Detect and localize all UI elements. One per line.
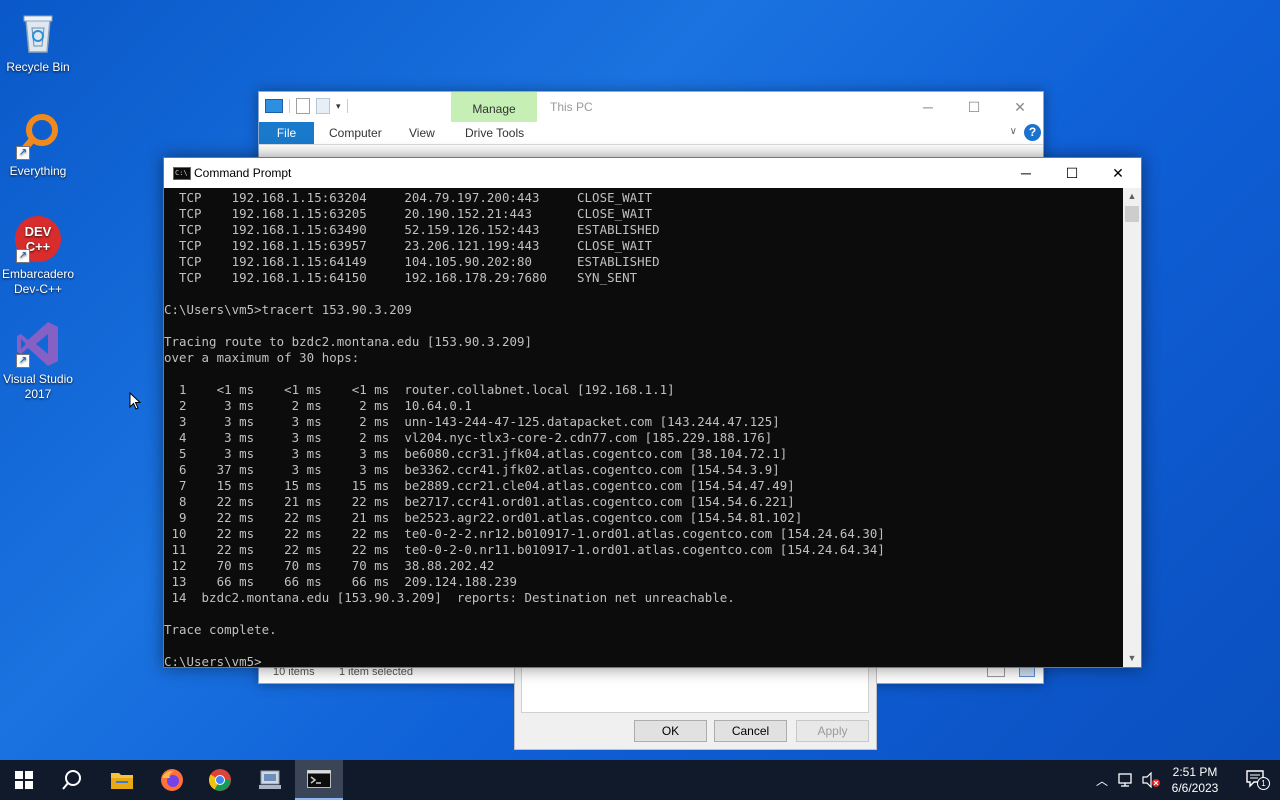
close-button[interactable]: ✕ — [1095, 158, 1141, 188]
clock[interactable]: 2:51 PM 6/6/2023 — [1160, 764, 1230, 796]
tab-file[interactable]: File — [259, 122, 314, 144]
scroll-thumb[interactable] — [1125, 206, 1139, 222]
properties-content-box — [521, 667, 869, 713]
recycle-bin-icon — [14, 8, 62, 56]
maximize-button[interactable]: ☐ — [951, 92, 997, 122]
console-output[interactable]: TCP 192.168.1.15:63204 204.79.197.200:44… — [164, 188, 1122, 667]
command-prompt-icon — [307, 770, 331, 788]
new-folder-icon[interactable] — [316, 98, 330, 114]
network-tool-icon — [259, 770, 281, 789]
start-icon — [15, 771, 33, 789]
this-pc-icon — [265, 99, 283, 113]
minimize-button[interactable]: ─ — [1003, 158, 1049, 188]
vertical-scrollbar[interactable]: ▲ ▼ — [1123, 188, 1141, 667]
tab-manage[interactable]: Manage — [451, 92, 537, 122]
start-button[interactable] — [0, 760, 48, 800]
tab-computer[interactable]: Computer — [329, 122, 382, 144]
desktop: Recycle Bin ↗ Everything DEV C++ ↗ Embar… — [0, 0, 1280, 760]
taskbar-file-explorer[interactable] — [98, 760, 146, 800]
action-center-button[interactable]: 1 — [1246, 770, 1270, 790]
svg-text:DEV: DEV — [25, 224, 52, 239]
file-explorer-icon — [111, 773, 133, 789]
window-title: This PC — [550, 100, 593, 114]
command-prompt-icon: C:\ — [173, 167, 191, 180]
command-prompt-window[interactable]: C:\ Command Prompt ─ ☐ ✕ TCP 192.168.1.1… — [163, 157, 1142, 668]
clock-date: 6/6/2023 — [1171, 781, 1219, 795]
show-hidden-icons-icon[interactable]: ︿ — [1096, 772, 1108, 789]
console-text[interactable]: TCP 192.168.1.15:63204 204.79.197.200:44… — [164, 188, 1122, 667]
customize-chevron-icon[interactable]: ▾ — [336, 101, 341, 112]
clock-time: 2:51 PM — [1172, 765, 1218, 779]
desktop-icon-label: Embarcadero Dev-C++ — [1, 267, 75, 296]
desktop-icon-label: Recycle Bin — [6, 60, 70, 74]
shortcut-arrow-icon: ↗ — [16, 249, 30, 263]
taskbar-network-tool[interactable] — [246, 760, 294, 800]
devcpp-icon: DEV C++ ↗ — [14, 215, 62, 263]
explorer-title-bar[interactable]: ▾ Manage This PC ─ ☐ ✕ — [259, 92, 1043, 122]
tab-view[interactable]: View — [409, 122, 435, 144]
desktop-icon-label: Everything — [9, 164, 67, 178]
firefox-icon — [161, 769, 183, 791]
divider — [289, 99, 290, 113]
close-button[interactable]: ✕ — [997, 92, 1043, 122]
scroll-down-icon[interactable]: ▼ — [1123, 650, 1141, 667]
scroll-up-icon[interactable]: ▲ — [1123, 188, 1141, 205]
cmd-title-bar[interactable]: C:\ Command Prompt ─ ☐ ✕ — [164, 158, 1141, 188]
minimize-button[interactable]: ─ — [905, 92, 951, 122]
desktop-icon-everything[interactable]: ↗ Everything — [0, 112, 76, 179]
maximize-button[interactable]: ☐ — [1049, 158, 1095, 188]
mouse-pointer-icon — [129, 392, 141, 410]
desktop-icon-recycle-bin[interactable]: Recycle Bin — [0, 8, 76, 75]
help-icon[interactable]: ? — [1024, 124, 1041, 141]
shortcut-arrow-icon: ↗ — [16, 354, 30, 368]
taskbar: ︿ 2:51 PM 6/6/2023 1 — [0, 760, 1280, 800]
chrome-icon — [209, 769, 231, 791]
visual-studio-icon: ↗ — [14, 320, 62, 368]
shortcut-arrow-icon: ↗ — [16, 146, 30, 160]
taskbar-chrome[interactable] — [196, 760, 244, 800]
tab-drive-tools[interactable]: Drive Tools — [465, 122, 524, 144]
taskbar-firefox[interactable] — [148, 760, 196, 800]
ribbon-tabs: File Computer View Drive Tools ∨ ? — [259, 122, 1043, 145]
notification-count-badge: 1 — [1257, 777, 1270, 790]
desktop-icon-devcpp[interactable]: DEV C++ ↗ Embarcadero Dev-C++ — [0, 215, 76, 297]
window-title: Command Prompt — [194, 166, 292, 180]
taskbar-command-prompt[interactable] — [295, 760, 343, 800]
desktop-icon-visual-studio[interactable]: ↗ Visual Studio 2017 — [0, 320, 76, 402]
properties-icon[interactable] — [296, 98, 310, 114]
desktop-icon-label: Visual Studio 2017 — [3, 372, 73, 401]
everything-search-icon: ↗ — [14, 112, 62, 160]
volume-muted-icon[interactable] — [1142, 772, 1160, 788]
network-icon[interactable] — [1118, 772, 1134, 788]
system-tray: ︿ 2:51 PM 6/6/2023 1 — [1080, 760, 1280, 800]
expand-ribbon-icon[interactable]: ∨ — [1010, 126, 1017, 137]
quick-access-toolbar: ▾ — [265, 98, 348, 114]
search-icon — [62, 770, 81, 790]
ok-button[interactable]: OK — [634, 720, 707, 742]
cancel-button[interactable]: Cancel — [714, 720, 787, 742]
apply-button[interactable]: Apply — [796, 720, 869, 742]
properties-dialog[interactable]: OK Cancel Apply — [514, 664, 877, 750]
divider — [346, 99, 348, 113]
search-button[interactable] — [48, 760, 96, 800]
